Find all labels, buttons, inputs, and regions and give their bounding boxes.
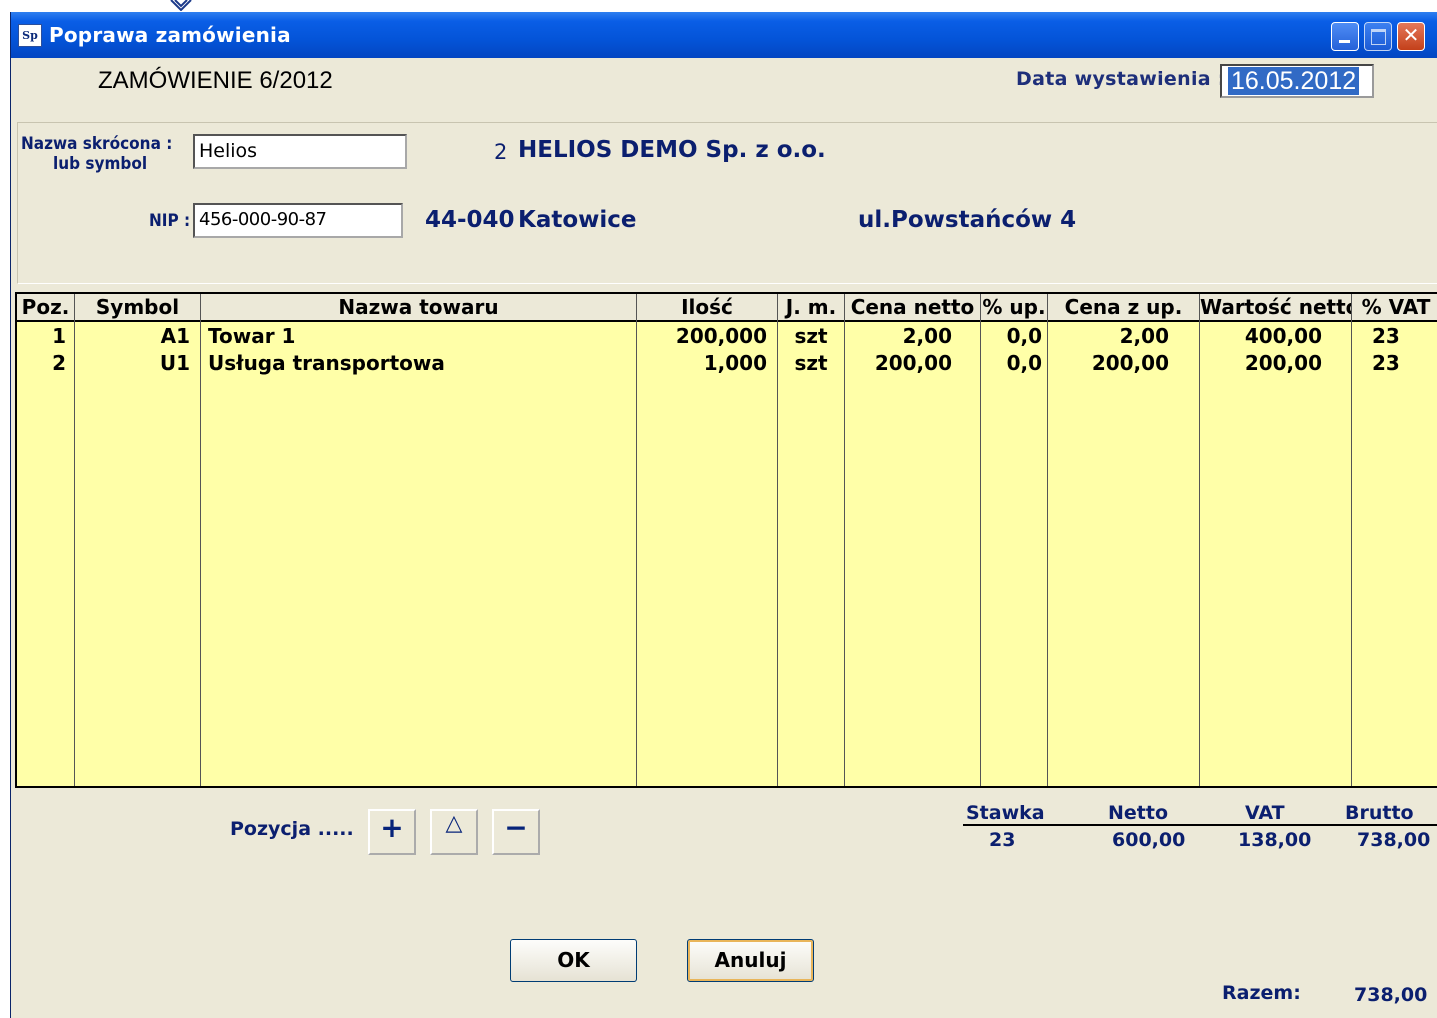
total-value: 738,00 [1354, 984, 1428, 1006]
customer-city: Katowice [518, 207, 637, 233]
row-quantity[interactable]: 200,000 [637, 323, 767, 350]
col-header-poz[interactable]: Poz. [17, 294, 74, 320]
col-header-name[interactable]: Nazwa towaru [201, 294, 636, 320]
window-title: Poprawa zamówienia [49, 23, 291, 47]
col-header-quantity[interactable]: Ilość [637, 294, 777, 320]
total-label: Razem: [1222, 982, 1301, 1004]
summary-header-vat: VAT [1245, 802, 1285, 824]
customer-postcode: 44-040 [425, 207, 515, 233]
row-price-with-markup[interactable]: 200,00 [1048, 350, 1169, 377]
short-name-input[interactable]: Helios [193, 134, 407, 169]
summary-header-rate: Stawka [966, 802, 1045, 824]
customer-number: 2 [494, 140, 508, 164]
issue-date-value: 16.05.2012 [1228, 67, 1360, 95]
title-bar[interactable]: Sp Poprawa zamówienia ✕ [11, 12, 1437, 58]
short-name-label-2: lub symbol [53, 154, 148, 174]
row-net-value[interactable]: 200,00 [1200, 350, 1322, 377]
cancel-button[interactable]: Anuluj [687, 939, 814, 982]
nip-label: NIP : [149, 211, 191, 231]
row-markup[interactable]: 0,0 [981, 350, 1042, 377]
order-items-table[interactable]: Poz. Symbol Nazwa towaru Ilość J. m. Cen… [15, 292, 1437, 788]
row-net-value[interactable]: 400,00 [1200, 323, 1322, 350]
col-header-vat[interactable]: % VAT [1352, 294, 1437, 320]
row-net-price[interactable]: 2,00 [845, 323, 952, 350]
issue-date-label: Data wystawienia : [1016, 68, 1226, 90]
position-label: Pozycja ..... [230, 818, 354, 840]
app-icon: Sp [18, 24, 42, 47]
nip-input[interactable]: 456-000-90-87 [193, 203, 403, 238]
row-symbol[interactable]: U1 [75, 350, 190, 377]
arrow-indicator-icon [170, 0, 192, 11]
row-vat[interactable]: 23 [1372, 323, 1400, 350]
row-unit[interactable]: szt [778, 323, 844, 350]
row-name[interactable]: Towar 1 [208, 323, 295, 350]
issue-date-field[interactable]: 16.05.2012 [1220, 64, 1374, 98]
customer-full-name: HELIOS DEMO Sp. z o.o. [518, 137, 826, 163]
col-header-net-price[interactable]: Cena netto [845, 294, 980, 320]
col-header-symbol[interactable]: Symbol [75, 294, 200, 320]
table-row[interactable]: 1 [17, 323, 66, 350]
row-vat[interactable]: 23 [1372, 350, 1400, 377]
minimize-button[interactable] [1331, 22, 1359, 51]
col-header-unit[interactable]: J. m. [778, 294, 844, 320]
plus-icon: + [380, 811, 404, 844]
row-markup[interactable]: 0,0 [981, 323, 1042, 350]
summary-divider [963, 824, 1437, 826]
short-name-label: Nazwa skrócona : [21, 134, 173, 154]
col-header-net-value[interactable]: Wartość netto [1200, 294, 1351, 320]
row-name[interactable]: Usługa transportowa [208, 350, 445, 377]
row-symbol[interactable]: A1 [75, 323, 190, 350]
table-row[interactable]: 2 [17, 350, 66, 377]
triangle-up-icon: △ [445, 811, 463, 836]
summary-header-net: Netto [1108, 802, 1169, 824]
close-icon: ✕ [1402, 23, 1420, 47]
add-position-button[interactable]: + [368, 809, 416, 855]
row-unit[interactable]: szt [778, 350, 844, 377]
summary-rate: 23 [989, 829, 1016, 851]
document-title: ZAMÓWIENIE 6/2012 [98, 67, 333, 94]
edit-position-button[interactable]: △ [430, 809, 478, 855]
close-button[interactable]: ✕ [1397, 22, 1425, 51]
remove-position-button[interactable]: − [492, 809, 540, 855]
row-net-price[interactable]: 200,00 [845, 350, 952, 377]
minus-icon: − [504, 811, 528, 844]
row-price-with-markup[interactable]: 2,00 [1048, 323, 1169, 350]
summary-net: 600,00 [1112, 829, 1186, 851]
row-quantity[interactable]: 1,000 [637, 350, 767, 377]
order-edit-window: Sp Poprawa zamówienia ✕ ZAMÓWIENIE 6/201… [10, 12, 1437, 1018]
customer-street: ul.Powstańców 4 [858, 207, 1077, 233]
col-header-price-with-markup[interactable]: Cena z up. [1048, 294, 1199, 320]
col-header-markup[interactable]: % up. [981, 294, 1047, 320]
ok-button[interactable]: OK [510, 939, 637, 982]
summary-gross: 738,00 [1357, 829, 1431, 851]
summary-header-gross: Brutto [1345, 802, 1414, 824]
maximize-button[interactable] [1364, 22, 1392, 51]
summary-vat: 138,00 [1238, 829, 1312, 851]
